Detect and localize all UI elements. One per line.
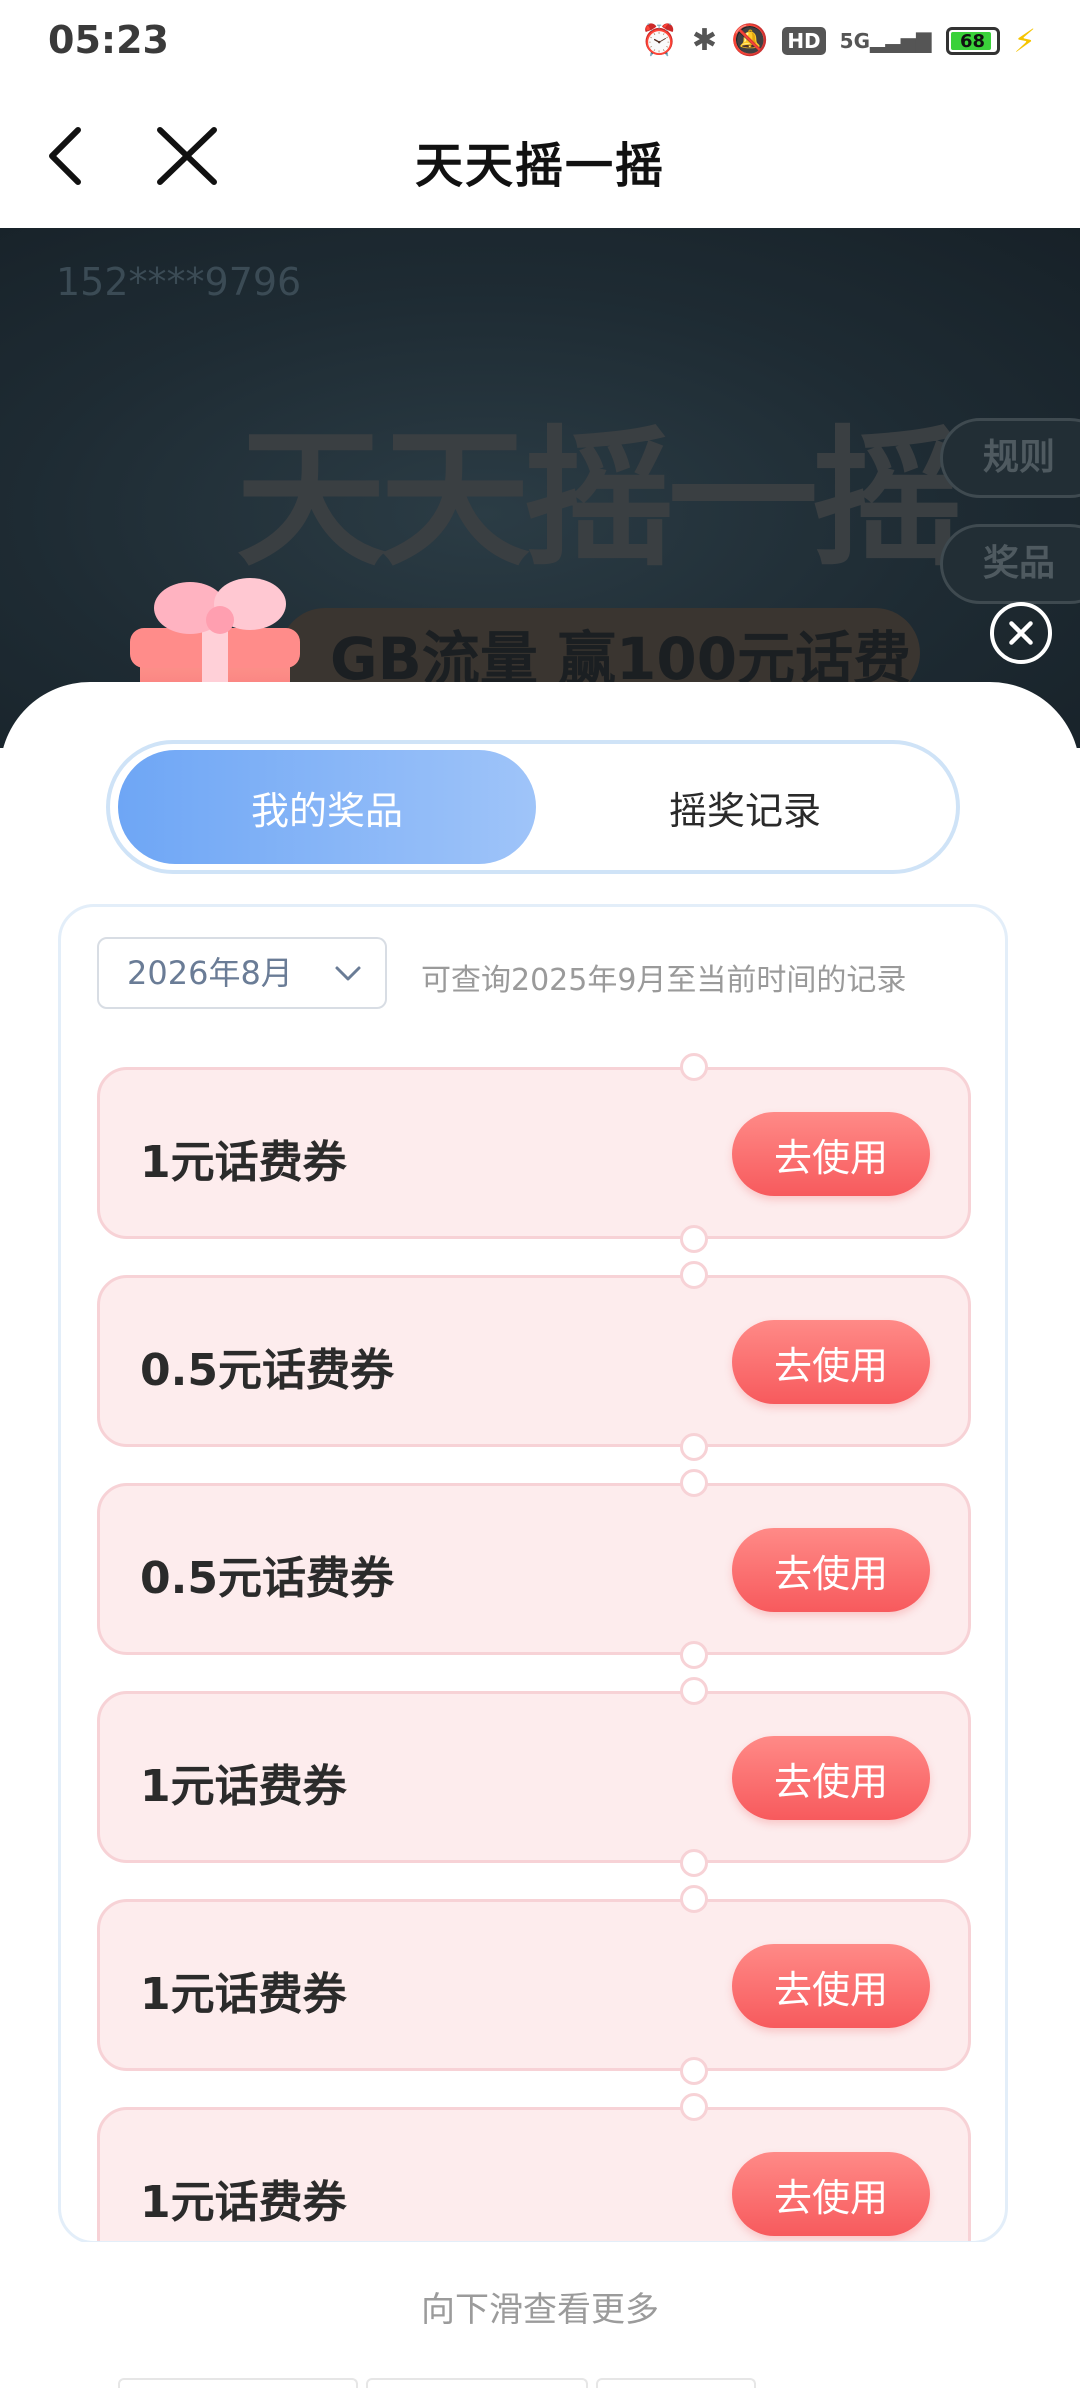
banner-close-icon[interactable] [990, 602, 1052, 664]
signal-icon: 5G▂▃▅▇ [839, 29, 932, 53]
nav-bar: 天天摇一摇 [0, 82, 1080, 228]
prize-name: 1元话费券 [140, 2177, 347, 2228]
use-button[interactable]: 去使用 [732, 1944, 930, 2028]
prize-panel: 2026年8月 可查询2025年9月至当前时间的记录 1元话费券 去使用 0.5… [58, 904, 1008, 2244]
mute-icon: 🔕 [730, 23, 769, 58]
tab-my-prizes[interactable]: 我的奖品 [118, 750, 536, 864]
footer-area: 向下滑查看更多 [0, 2242, 1080, 2408]
hd-icon: HD [782, 27, 826, 55]
prize-card: 1元话费券 去使用 [97, 1677, 971, 1877]
bottom-tab-edges [118, 2378, 756, 2388]
prize-card: 1元话费券 去使用 [97, 1053, 971, 1253]
chevron-down-icon [335, 966, 361, 981]
banner: 152****9796 天天摇一摇 规则 奖品 GB流量 赢100元话费 [0, 228, 1080, 748]
prize-card: 1元话费券 去使用 [97, 1885, 971, 2085]
masked-phone-number: 152****9796 [56, 260, 302, 304]
network-type: 5G [839, 29, 870, 53]
bluetooth-icon: ✱ [691, 23, 717, 58]
charging-icon: ⚡ [1013, 22, 1036, 60]
prize-card: 1元话费券 去使用 [97, 2093, 971, 2241]
battery-level: 68 [960, 30, 986, 52]
battery-icon: 68 [945, 27, 1000, 55]
prize-name: 0.5元话费券 [140, 1553, 394, 1604]
use-button[interactable]: 去使用 [732, 2152, 930, 2236]
month-dropdown-value: 2026年8月 [127, 954, 293, 992]
tab-draw-records[interactable]: 摇奖记录 [536, 750, 954, 864]
status-time: 05:23 [48, 18, 169, 62]
prize-name: 1元话费券 [140, 1137, 347, 1188]
prize-name: 1元话费券 [140, 1761, 347, 1812]
use-button[interactable]: 去使用 [732, 1320, 930, 1404]
alarm-icon: ⏰ [640, 23, 678, 58]
use-button[interactable]: 去使用 [732, 1112, 930, 1196]
banner-title: 天天摇一摇 [236, 411, 962, 587]
page-title: 天天摇一摇 [414, 138, 665, 194]
prize-sheet: 我的奖品 摇奖记录 2026年8月 可查询2025年9月至当前时间的记录 1元话… [0, 682, 1080, 2408]
rules-button[interactable]: 规则 [940, 418, 1080, 498]
prize-name: 1元话费券 [140, 1969, 347, 2020]
prize-list: 1元话费券 去使用 0.5元话费券 去使用 0.5元话费券 去使用 1元话费券 … [97, 1053, 971, 2241]
query-range-hint: 可查询2025年9月至当前时间的记录 [421, 963, 907, 998]
prize-card: 0.5元话费券 去使用 [97, 1469, 971, 1669]
month-dropdown[interactable]: 2026年8月 [97, 937, 387, 1009]
prizes-button[interactable]: 奖品 [940, 524, 1080, 604]
scroll-more-hint: 向下滑查看更多 [421, 2290, 659, 2330]
use-button[interactable]: 去使用 [732, 1736, 930, 1820]
tab-switcher: 我的奖品 摇奖记录 [106, 740, 960, 874]
prize-name: 0.5元话费券 [140, 1345, 394, 1396]
status-bar: 05:23 ⏰ ✱ 🔕 HD 5G▂▃▅▇ 68 ⚡ [0, 0, 1080, 82]
prize-card: 0.5元话费券 去使用 [97, 1261, 971, 1461]
status-icons: ⏰ ✱ 🔕 HD 5G▂▃▅▇ 68 ⚡ [640, 22, 1036, 60]
use-button[interactable]: 去使用 [732, 1528, 930, 1612]
